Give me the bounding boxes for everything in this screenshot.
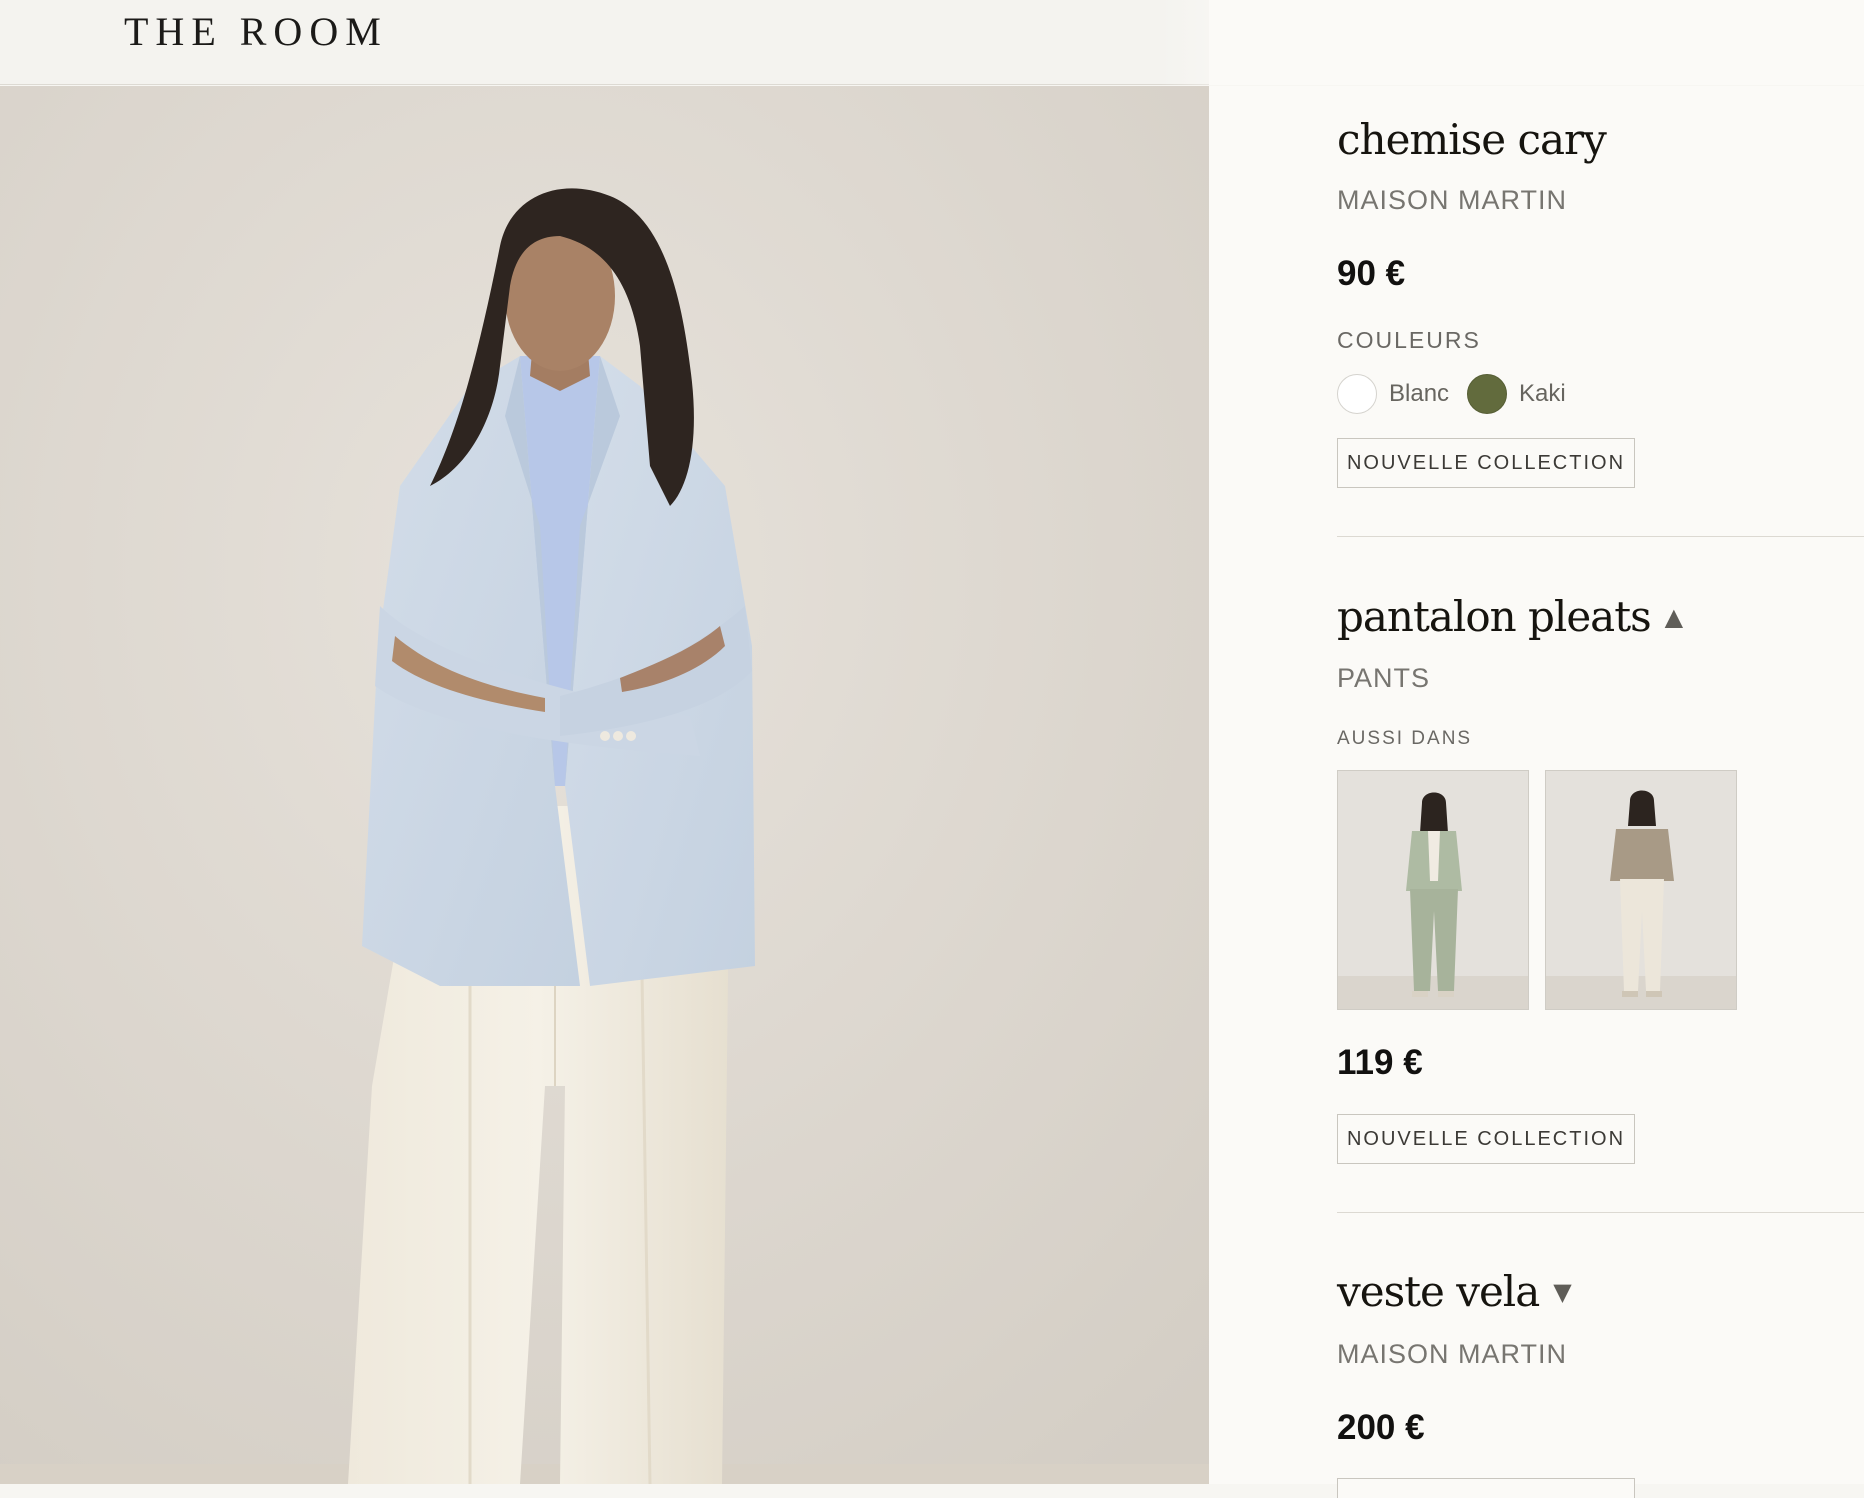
product-price: 90 € (1337, 254, 1406, 293)
also-in-label: AUSSI DANS (1337, 728, 1473, 749)
product-price: 200 € (1337, 1408, 1425, 1447)
color-name: Blanc (1389, 380, 1450, 407)
product-brand: MAISON MARTIN (1337, 1339, 1568, 1369)
product-name[interactable]: veste vela ▼ (1337, 1266, 1572, 1318)
color-dot-white (1337, 374, 1377, 414)
color-swatch-kaki[interactable]: Kaki (1467, 374, 1566, 414)
product-brand: MAISON MARTIN (1337, 185, 1568, 215)
site-header: THE ROOM (0, 0, 1864, 85)
colors-label: COULEURS (1337, 327, 1481, 353)
collapse-caret-icon[interactable]: ▲ (1665, 603, 1683, 631)
color-name: Kaki (1519, 380, 1566, 407)
new-collection-badge: NOUVELLE COLLECTION (1337, 1114, 1635, 1164)
sage-suit-look-image (1338, 771, 1528, 1009)
header-right-area (1209, 0, 1864, 85)
site-logo[interactable]: THE ROOM (124, 10, 388, 54)
color-dot-khaki (1467, 374, 1507, 414)
also-in-thumbnail-sage-look[interactable] (1337, 770, 1529, 1010)
product-divider (1337, 1212, 1864, 1213)
product-name[interactable]: chemise cary (1337, 114, 1607, 166)
product-price: 119 € (1337, 1043, 1423, 1082)
product-name[interactable]: pantalon pleats ▲ (1337, 591, 1683, 643)
product-name-text: pantalon pleats (1337, 592, 1652, 641)
new-collection-badge: NOUVELLE COLLECTION (1337, 438, 1635, 488)
hero-model-illustration (0, 86, 1209, 1484)
taupe-blouse-look-image (1546, 771, 1736, 1009)
product-divider (1337, 536, 1864, 537)
color-swatch-blanc[interactable]: Blanc (1337, 374, 1449, 414)
hero-product-image (0, 86, 1209, 1484)
badge-partial (1337, 1478, 1635, 1498)
product-list-panel: chemise cary MAISON MARTIN 90 € COULEURS… (1209, 86, 1864, 1498)
product-name-text: veste vela (1337, 1267, 1540, 1316)
product-brand: PANTS (1337, 663, 1431, 693)
header-fade (1160, 0, 1280, 85)
expand-caret-icon[interactable]: ▼ (1553, 1278, 1571, 1306)
also-in-thumbnail-taupe-look[interactable] (1545, 770, 1737, 1010)
